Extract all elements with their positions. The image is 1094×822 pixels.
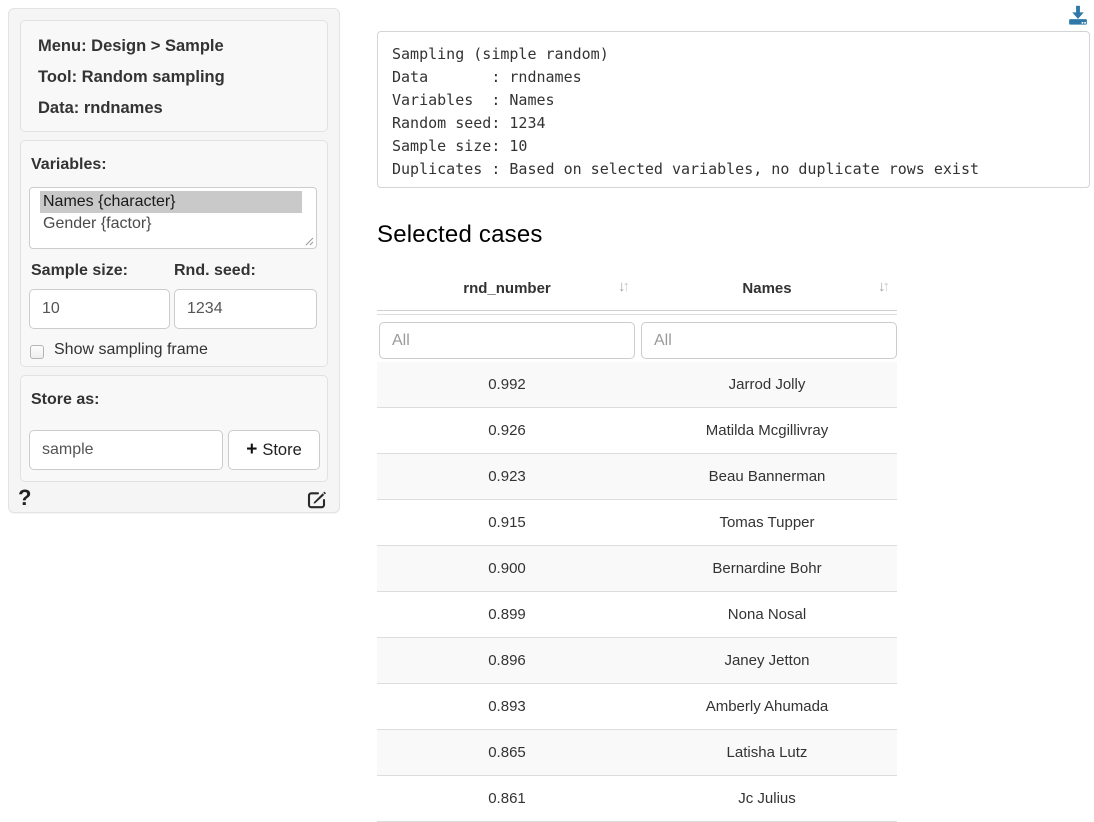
table-row: 0.861Jc Julius (377, 776, 897, 822)
table-cell: Matilda Mcgillivray (637, 408, 897, 453)
sidebar: Menu: Design > Sample Tool: Random sampl… (8, 8, 340, 513)
download-button[interactable] (1066, 4, 1090, 33)
pencil-square-icon (306, 488, 328, 510)
sample-size-input[interactable] (29, 289, 170, 329)
tool-name: Tool: Random sampling (38, 68, 225, 87)
table-row: 0.865Latisha Lutz (377, 730, 897, 776)
help-button[interactable]: ? (18, 486, 31, 510)
app-root: Menu: Design > Sample Tool: Random sampl… (0, 0, 1094, 822)
table-row: 0.900Bernardine Bohr (377, 546, 897, 592)
variables-label: Variables: (31, 156, 107, 174)
sample-size-label: Sample size: (31, 262, 128, 280)
resize-handle-icon[interactable] (304, 236, 314, 246)
table-cell: 0.893 (377, 684, 637, 729)
table-cell: Beau Bannerman (637, 454, 897, 499)
table-row: 0.893Amberly Ahumada (377, 684, 897, 730)
page-title: Selected cases (377, 221, 543, 249)
plus-icon: + (246, 439, 257, 461)
column-header-rnd-number[interactable]: rnd_number ↓↑ (377, 266, 637, 310)
table-cell: 0.865 (377, 730, 637, 775)
show-sampling-frame-label: Show sampling frame (54, 341, 208, 359)
table-row: 0.923Beau Bannerman (377, 454, 897, 500)
variable-option[interactable]: Names {character} (40, 191, 302, 213)
rnd-seed-label: Rnd. seed: (174, 262, 256, 280)
filter-names-input[interactable] (641, 322, 897, 359)
store-button[interactable]: + Store (228, 430, 320, 470)
table-cell: Bernardine Bohr (637, 546, 897, 591)
table-body: 0.992Jarrod Jolly0.926Matilda Mcgillivra… (377, 362, 897, 822)
sampling-controls-panel: Variables: Names {character}Gender {fact… (20, 140, 328, 367)
column-header-label: rnd_number (463, 280, 551, 297)
table-row: 0.926Matilda Mcgillivray (377, 408, 897, 454)
table-cell: 0.900 (377, 546, 637, 591)
column-header-label: Names (742, 280, 791, 297)
table-cell: Jc Julius (637, 776, 897, 821)
table-row: 0.915Tomas Tupper (377, 500, 897, 546)
table-cell: Latisha Lutz (637, 730, 897, 775)
table-row: 0.899Nona Nosal (377, 592, 897, 638)
download-icon (1066, 4, 1090, 28)
table-row: 0.896Janey Jetton (377, 638, 897, 684)
summary-output: Sampling (simple random) Data : rndnames… (377, 31, 1090, 188)
rnd-seed-input[interactable] (174, 289, 317, 329)
dataset-name: Data: rndnames (38, 99, 163, 118)
column-header-names[interactable]: Names ↓↑ (637, 266, 897, 310)
variable-option[interactable]: Gender {factor} (40, 213, 302, 235)
table-cell: Nona Nosal (637, 592, 897, 637)
table-cell: 0.915 (377, 500, 637, 545)
table-cell: 0.899 (377, 592, 637, 637)
sort-icon: ↓↑ (878, 278, 887, 295)
table-cell: Tomas Tupper (637, 500, 897, 545)
store-panel: Store as: + Store (20, 375, 328, 482)
table-cell: 0.861 (377, 776, 637, 821)
variables-options: Names {character}Gender {factor} (30, 191, 316, 235)
store-button-label: Store (262, 441, 301, 460)
table-cell: Amberly Ahumada (637, 684, 897, 729)
table-row: 0.992Jarrod Jolly (377, 362, 897, 408)
variables-listbox[interactable]: Names {character}Gender {factor} (29, 187, 317, 249)
show-sampling-frame-checkbox[interactable] (30, 345, 44, 359)
menu-path: Menu: Design > Sample (38, 37, 224, 56)
sort-icon: ↓↑ (618, 278, 627, 295)
selected-cases-table: rnd_number ↓↑ Names ↓↑ 0.992Jarrod Jolly… (377, 266, 897, 822)
info-panel: Menu: Design > Sample Tool: Random sampl… (20, 20, 328, 132)
table-cell: Jarrod Jolly (637, 362, 897, 407)
table-cell: 0.992 (377, 362, 637, 407)
header-separator (377, 310, 897, 315)
table-cell: 0.896 (377, 638, 637, 683)
store-as-label: Store as: (31, 391, 99, 409)
store-name-input[interactable] (29, 430, 223, 470)
edit-report-button[interactable] (306, 488, 328, 515)
table-cell: 0.923 (377, 454, 637, 499)
filter-rnd-number-input[interactable] (379, 322, 635, 359)
table-cell: Janey Jetton (637, 638, 897, 683)
table-cell: 0.926 (377, 408, 637, 453)
